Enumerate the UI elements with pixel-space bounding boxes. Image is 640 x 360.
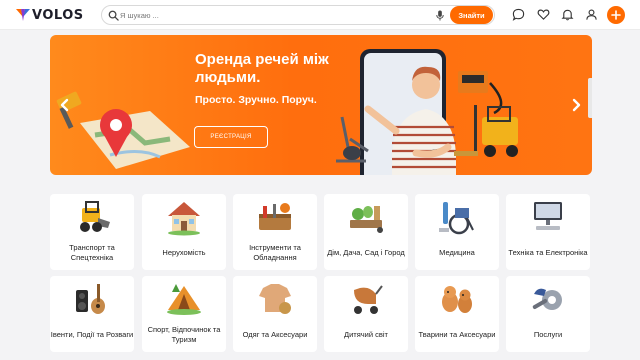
category-card-transport[interactable]: Транспорт та Спецтехніка — [50, 194, 134, 270]
plus-icon — [611, 10, 621, 20]
category-card-services[interactable]: Послуги — [506, 276, 590, 352]
microphone-icon[interactable] — [435, 10, 445, 21]
category-card-medicine[interactable]: Медицина — [415, 194, 499, 270]
top-header: VOLOS Знайти — [0, 0, 640, 30]
services-icon — [532, 288, 562, 310]
category-label: Інструменти та Обладнання — [249, 243, 301, 262]
category-card-tools[interactable]: Інструменти та Обладнання — [233, 194, 317, 270]
toolbox-icon — [259, 203, 291, 230]
category-card-kids[interactable]: Дитячий світ — [324, 276, 408, 352]
dogs-icon — [442, 286, 472, 313]
user-icon[interactable] — [585, 8, 598, 21]
register-button[interactable]: РЕЄСТРАЦІЯ — [194, 126, 268, 148]
tent-icon — [167, 284, 201, 315]
category-card-home-garden[interactable]: Дім, Дача, Сад і Город — [324, 194, 408, 270]
search-icon — [108, 10, 119, 21]
category-label: Медицина — [439, 248, 475, 257]
logo-v-icon — [16, 9, 30, 21]
computer-icon — [534, 202, 562, 230]
stroller-icon — [354, 285, 383, 314]
category-card-electronics[interactable]: Техніка та Електроніка — [506, 194, 590, 270]
category-card-pets[interactable]: Тварини та Аксесуари — [415, 276, 499, 352]
logo[interactable]: VOLOS — [16, 7, 84, 23]
category-label: Одяг та Аксесуари — [242, 330, 308, 339]
loader-icon — [80, 201, 110, 232]
add-listing-button[interactable] — [607, 6, 625, 24]
chat-icon[interactable] — [512, 8, 525, 21]
tshirt-icon — [259, 284, 291, 314]
search-button[interactable]: Знайти — [450, 6, 493, 24]
promo-banner[interactable]: Оренда речей між людьми. Просто. Зручно.… — [50, 35, 592, 175]
category-card-real-estate[interactable]: Нерухомість — [142, 194, 226, 270]
category-label: Транспорт та Спецтехніка — [69, 243, 115, 262]
house-icon — [168, 202, 200, 236]
search-input[interactable] — [120, 8, 420, 23]
banner-subtitle: Просто. Зручно. Поруч. — [195, 94, 317, 106]
category-label: Спорт, Відпочинок та Туризм — [147, 325, 221, 344]
bell-icon[interactable] — [561, 8, 574, 21]
category-label: Івенти, Події та Розваги — [50, 330, 134, 339]
banner-title: Оренда речей між людьми. — [195, 51, 329, 86]
search-bar — [101, 5, 495, 25]
category-label: Дитячий світ — [344, 330, 388, 339]
category-label: Послуги — [533, 330, 563, 339]
logo-text: VOLOS — [32, 7, 84, 23]
heart-icon[interactable] — [537, 8, 550, 21]
category-label: Техніка та Електроніка — [508, 248, 588, 257]
category-card-clothing[interactable]: Одяг та Аксесуари — [233, 276, 317, 352]
category-label: Тварини та Аксесуари — [418, 330, 496, 339]
guitar-icon — [76, 284, 105, 314]
next-banner-edge — [588, 78, 592, 118]
wheelchair-icon — [439, 202, 474, 235]
prev-slide-icon[interactable] — [58, 98, 72, 112]
garden-icon — [350, 206, 383, 233]
category-card-sport[interactable]: Спорт, Відпочинок та Туризм — [142, 276, 226, 352]
category-label: Нерухомість — [162, 248, 206, 257]
category-card-events[interactable]: Івенти, Події та Розваги — [50, 276, 134, 352]
next-slide-icon[interactable] — [569, 98, 583, 112]
category-label: Дім, Дача, Сад і Город — [327, 248, 405, 257]
